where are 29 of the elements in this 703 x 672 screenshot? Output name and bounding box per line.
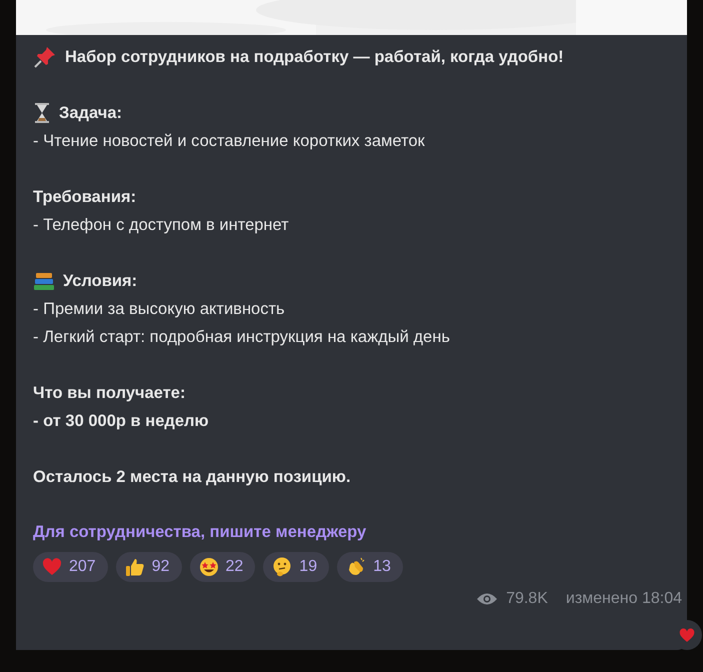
thumbs-up-icon — [124, 557, 145, 577]
section-heading: Что вы получаете: — [33, 383, 186, 404]
edited-time: изменено 18:04 — [566, 589, 682, 609]
eye-icon — [476, 592, 498, 606]
list-item: - от 30 000р в неделю — [33, 411, 210, 432]
section-heading: Требования: — [33, 187, 136, 208]
reaction-button[interactable]: 92 — [116, 552, 182, 582]
hourglass-icon — [33, 102, 51, 124]
section-heading: Условия: — [63, 271, 138, 292]
reaction-button[interactable]: 207 — [33, 552, 108, 582]
section-heading: Задача: — [59, 103, 122, 124]
list-item: - Премии за высокую активность — [33, 299, 286, 320]
message-title: Набор сотрудников на подработку — работай, когда удобно! — [65, 47, 564, 68]
reaction-button[interactable]: 13 — [337, 552, 403, 582]
reaction-button[interactable]: 22 — [190, 552, 256, 582]
view-count: 79.8K — [506, 589, 548, 609]
manager-link[interactable]: Для сотрудничества, пишите менеджеру — [33, 523, 366, 541]
star-eyes-face-icon — [198, 557, 218, 577]
pushpin-icon — [33, 45, 57, 69]
list-item: - Легкий старт: подробная инструкция на каждый день — [33, 327, 451, 348]
reaction-button[interactable]: 19 — [263, 552, 330, 582]
thinking-face-icon — [272, 557, 292, 577]
list-item: - Телефон с доступом в интернет — [33, 215, 290, 236]
heart-icon — [679, 628, 695, 642]
heart-icon — [42, 558, 62, 576]
clapping-hands-icon — [346, 557, 366, 577]
books-icon — [33, 271, 55, 291]
section-heading: Осталось 2 места на данную позицию. — [33, 467, 351, 488]
list-item: - Чтение новостей и составление коротких заметок — [33, 131, 426, 152]
